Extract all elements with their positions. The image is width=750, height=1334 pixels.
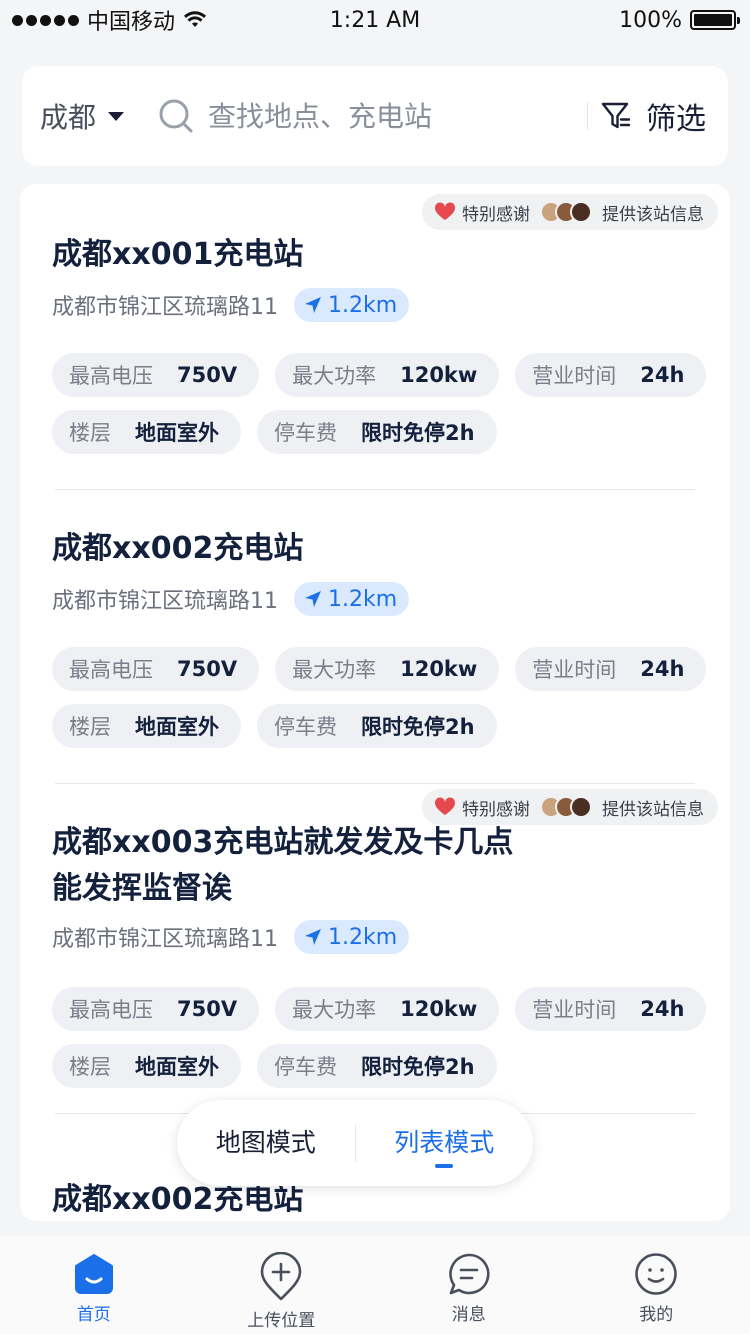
search-input[interactable]: [208, 99, 548, 133]
station-address: 成都市锦江区琉璃路11: [52, 295, 278, 320]
spec-tag-power: 最大功率 120kw: [275, 647, 500, 691]
station-name: 成都xx003充电站就发发及卡几点能发挥监督诶: [52, 825, 514, 906]
tab-home[interactable]: 首页: [0, 1236, 188, 1334]
spec-tag-power: 最大功率 120kw: [275, 353, 500, 397]
carrier-name: 中国移动: [87, 10, 176, 35]
spec-tag-floor: 楼层 地面室外: [52, 410, 241, 454]
heart-icon: [434, 797, 456, 815]
filter-icon: [601, 102, 631, 129]
wifi-icon: [184, 11, 207, 27]
contributor-thanks: 特别感谢 提供该站信息: [422, 194, 718, 230]
search-field[interactable]: [150, 98, 587, 134]
navigation-arrow-icon: [305, 591, 321, 607]
battery-icon: [690, 10, 740, 30]
filter-button[interactable]: 筛选: [600, 94, 706, 138]
search-divider: [587, 102, 588, 130]
thanks-prefix: 特别感谢: [462, 799, 530, 820]
station-card[interactable]: 特别感谢 提供该站信息 成都xx001充电站 成都市锦江区琉璃路11 1.2km…: [20, 184, 730, 490]
station-specs: 最高电压 750V 最大功率 120kw 营业时间 24h 楼层 地面室外 停车费 限时免…: [52, 647, 712, 748]
tab-label: 上传位置: [247, 1311, 316, 1331]
profile-icon: [635, 1253, 678, 1295]
city-selector[interactable]: 成都: [40, 96, 150, 136]
message-icon: [448, 1253, 490, 1295]
spec-tag-power: 最大功率 120kw: [275, 987, 500, 1031]
station-address: 成都市锦江区琉璃路11: [52, 589, 278, 614]
thanks-prefix: 特别感谢: [462, 204, 530, 225]
spec-tag-floor: 楼层 地面室外: [52, 1044, 241, 1088]
spec-tag-hours: 营业时间 24h: [515, 647, 707, 691]
distance-badge: 1.2km: [294, 288, 410, 322]
map-mode-button[interactable]: 地图模式: [177, 1100, 355, 1186]
caret-down-icon: [108, 111, 125, 121]
navigation-arrow-icon: [305, 297, 321, 313]
station-list: 特别感谢 提供该站信息 成都xx001充电站 成都市锦江区琉璃路11 1.2km…: [20, 184, 730, 1221]
tab-upload-location[interactable]: 上传位置: [188, 1236, 376, 1334]
list-mode-button[interactable]: 列表模式: [356, 1100, 534, 1186]
add-location-icon: [260, 1252, 302, 1301]
tab-label: 首页: [76, 1305, 111, 1325]
status-bar: 中国移动 1:21 AM 100%: [0, 0, 750, 40]
station-address-row: 成都市锦江区琉璃路11 1.2km: [52, 288, 410, 322]
spec-tag-hours: 营业时间 24h: [515, 987, 707, 1031]
station-card[interactable]: 成都xx002充电站 成都市锦江区琉璃路11 1.2km 最高电压 750V 最大…: [20, 490, 730, 784]
contributor-avatars: [540, 796, 592, 818]
home-icon: [74, 1254, 113, 1294]
distance-badge: 1.2km: [294, 582, 410, 616]
distance-value: 1.2km: [328, 924, 398, 950]
station-name: 成都xx001充电站: [52, 237, 304, 272]
search-icon: [159, 99, 193, 133]
city-label: 成都: [40, 101, 97, 134]
station-specs: 最高电压 750V 最大功率 120kw 营业时间 24h 楼层 地面室外 停车费 限时免…: [52, 353, 712, 454]
spec-tag-parking: 停车费 限时免停2h: [257, 704, 497, 748]
spec-tag-floor: 楼层 地面室外: [52, 704, 241, 748]
station-address: 成都市锦江区琉璃路11: [52, 927, 278, 952]
station-specs: 最高电压 750V 最大功率 120kw 营业时间 24h 楼层 地面室外 停车费 限时免…: [52, 987, 712, 1088]
spec-tag-voltage: 最高电压 750V: [52, 353, 260, 397]
thanks-suffix: 提供该站信息: [602, 204, 704, 225]
filter-label: 筛选: [646, 102, 706, 137]
spec-tag-voltage: 最高电压 750V: [52, 987, 260, 1031]
spec-tag-hours: 营业时间 24h: [515, 353, 707, 397]
view-mode-switch: 地图模式 列表模式: [177, 1100, 533, 1186]
tab-messages[interactable]: 消息: [375, 1236, 563, 1334]
tab-label: 我的: [639, 1305, 674, 1325]
navigation-arrow-icon: [305, 929, 321, 945]
spec-tag-voltage: 最高电压 750V: [52, 647, 260, 691]
battery-percent: 100%: [619, 7, 682, 33]
tab-label: 消息: [451, 1305, 486, 1325]
thanks-suffix: 提供该站信息: [602, 799, 704, 820]
station-card[interactable]: 特别感谢 提供该站信息 成都xx003充电站就发发及卡几点能发挥监督诶 成都市锦…: [20, 784, 730, 1114]
signal-strength-icon: [12, 14, 79, 26]
bottom-tab-bar: 首页 上传位置 消息 我的: [0, 1236, 750, 1334]
tab-profile[interactable]: 我的: [563, 1236, 750, 1334]
distance-value: 1.2km: [328, 292, 398, 318]
heart-icon: [434, 202, 456, 220]
station-address-row: 成都市锦江区琉璃路11 1.2km: [52, 920, 410, 954]
search-bar: 成都 筛选: [22, 66, 728, 166]
contributor-avatars: [540, 201, 592, 223]
station-name: 成都xx002充电站: [52, 531, 304, 566]
spec-tag-parking: 停车费 限时免停2h: [257, 1044, 497, 1088]
distance-badge: 1.2km: [294, 920, 410, 954]
station-address-row: 成都市锦江区琉璃路11 1.2km: [52, 582, 410, 616]
distance-value: 1.2km: [328, 586, 398, 612]
spec-tag-parking: 停车费 限时免停2h: [257, 410, 497, 454]
